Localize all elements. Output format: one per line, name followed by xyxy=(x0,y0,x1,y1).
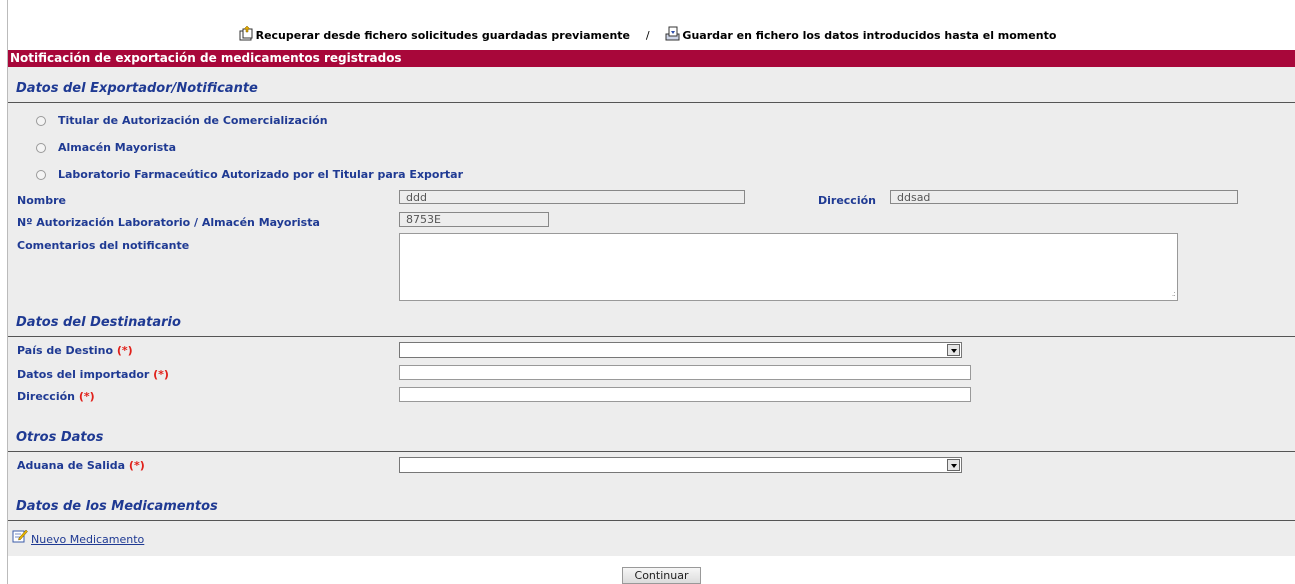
radio-option-almacen[interactable]: Almacén Mayorista xyxy=(36,141,176,154)
save-to-file-link[interactable]: Guardar en fichero los datos introducido… xyxy=(665,26,1057,44)
pais-label-text: País de Destino xyxy=(17,344,114,357)
radio-option-laboratorio[interactable]: Laboratorio Farmaceútico Autorizado por … xyxy=(36,168,463,181)
required-mark: (*) xyxy=(128,459,145,472)
required-mark: (*) xyxy=(78,390,95,403)
pais-destino-select[interactable] xyxy=(399,342,962,358)
recover-from-file-link[interactable]: Recuperar desde fichero solicitudes guar… xyxy=(239,25,634,44)
importador-label-text: Datos del importador xyxy=(17,368,150,381)
destinatario-section-heading: Datos del Destinatario xyxy=(16,315,181,330)
save-link-label: Guardar en fichero los datos introducido… xyxy=(682,29,1057,42)
comentarios-textarea[interactable]: .: xyxy=(399,233,1178,301)
page-title: Notificación de exportación de medicamen… xyxy=(8,50,1295,67)
aduana-salida-select[interactable] xyxy=(399,457,962,473)
save-file-icon xyxy=(665,26,681,44)
nombre-field[interactable]: ddd xyxy=(399,190,745,204)
form-panel xyxy=(8,67,1295,556)
radio-button[interactable] xyxy=(36,169,46,180)
dest-direccion-label-text: Dirección xyxy=(17,390,75,403)
file-actions-bar: Recuperar desde fichero solicitudes guar… xyxy=(0,25,1295,44)
otros-section-heading: Otros Datos xyxy=(16,430,104,445)
importador-input[interactable] xyxy=(399,365,971,380)
edit-icon xyxy=(12,528,28,546)
autorizacion-field[interactable]: 8753E xyxy=(399,212,549,227)
radio-button[interactable] xyxy=(36,142,46,153)
aduana-label: Aduana de Salida (*) xyxy=(17,459,145,472)
chevron-down-icon[interactable] xyxy=(947,459,960,471)
required-mark: (*) xyxy=(153,368,169,381)
radio-button[interactable] xyxy=(36,115,46,126)
open-file-icon xyxy=(239,25,255,44)
direccion-label: Dirección xyxy=(818,194,876,207)
direccion-field[interactable]: ddsad xyxy=(890,190,1238,204)
recover-link-label: Recuperar desde fichero solicitudes guar… xyxy=(255,29,631,42)
nuevo-medicamento-row: Nuevo Medicamento xyxy=(12,528,144,546)
resize-grip-icon[interactable]: .: xyxy=(1172,289,1176,298)
section-divider xyxy=(8,451,1295,452)
section-divider xyxy=(8,102,1295,103)
radio-label-laboratorio: Laboratorio Farmaceútico Autorizado por … xyxy=(58,168,464,181)
links-separator: / xyxy=(645,29,650,42)
required-mark: (*) xyxy=(116,344,133,357)
comentarios-label: Comentarios del notificante xyxy=(17,239,190,252)
autorizacion-label: Nº Autorización Laboratorio / Almacén Ma… xyxy=(17,216,320,229)
nombre-label: Nombre xyxy=(17,194,66,207)
continue-button[interactable]: Continuar xyxy=(622,567,701,584)
section-divider xyxy=(8,520,1295,521)
chevron-down-icon[interactable] xyxy=(947,344,960,356)
radio-option-titular[interactable]: Titular de Autorización de Comercializac… xyxy=(36,114,328,127)
exporter-section-heading: Datos del Exportador/Notificante xyxy=(16,81,258,96)
radio-label-titular: Titular de Autorización de Comercializac… xyxy=(58,114,328,127)
importador-label: Datos del importador (*) xyxy=(17,368,169,381)
dest-direccion-label: Dirección (*) xyxy=(17,390,95,403)
nuevo-medicamento-link[interactable]: Nuevo Medicamento xyxy=(31,533,144,546)
pais-label: País de Destino (*) xyxy=(17,344,133,357)
dest-direccion-input[interactable] xyxy=(399,387,971,402)
radio-label-almacen: Almacén Mayorista xyxy=(58,141,176,154)
aduana-label-text: Aduana de Salida xyxy=(17,459,126,472)
section-divider xyxy=(8,336,1295,337)
medicamentos-section-heading: Datos de los Medicamentos xyxy=(16,499,218,514)
